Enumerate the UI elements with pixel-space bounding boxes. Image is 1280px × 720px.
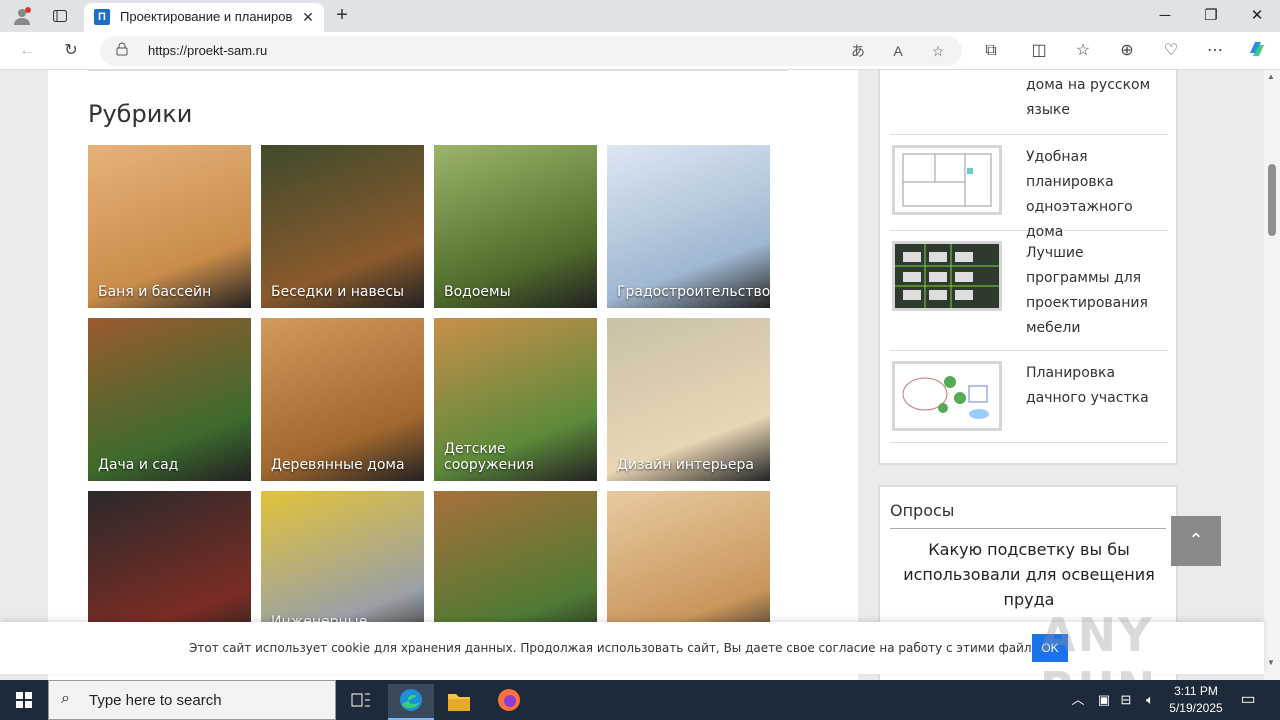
- extensions-icon[interactable]: ⧉: [978, 39, 1004, 63]
- tray-device-icon[interactable]: ▣: [1094, 690, 1114, 710]
- category-label[interactable]: Деревянные дома: [271, 457, 418, 473]
- favorite-star-icon[interactable]: ☆: [926, 40, 950, 62]
- minimize-icon[interactable]: ─: [1150, 4, 1180, 28]
- refresh-icon[interactable]: ↻: [58, 39, 84, 63]
- back-icon[interactable]: ←: [14, 39, 40, 63]
- start-button[interactable]: [0, 680, 48, 720]
- lock-icon: [116, 42, 128, 59]
- tab-bar: П Проектирование и планировка ✕ + ─ ❐ ✕: [0, 0, 1280, 32]
- windows-logo-icon: [16, 692, 32, 708]
- search-icon: ⌕: [61, 690, 70, 707]
- category-tile[interactable]: Градостроительство: [607, 145, 770, 308]
- file-explorer-icon[interactable]: [436, 684, 482, 720]
- restore-icon[interactable]: ❐: [1196, 4, 1226, 28]
- address-url: https://proekt-sam.ru: [148, 43, 268, 58]
- sidebar-related: дома на русском языке Удобная планировка…: [878, 70, 1178, 465]
- garden-plan-thumbnail[interactable]: [892, 361, 1002, 431]
- sidebar-item-text[interactable]: Лучшие программы для проектирования мебе…: [1026, 241, 1166, 341]
- network-icon[interactable]: ⊟: [1116, 690, 1136, 710]
- scroll-up-arrow-icon[interactable]: ▲: [1267, 72, 1275, 81]
- tray-chevron-icon[interactable]: ︿: [1068, 690, 1088, 710]
- scroll-to-top-button[interactable]: ⌃: [1171, 516, 1221, 566]
- read-aloud-icon[interactable]: A: [886, 40, 910, 62]
- cookie-text: Этот сайт использует cookie для хранения…: [189, 641, 1060, 655]
- performance-icon[interactable]: ♡: [1158, 39, 1184, 63]
- new-tab-icon[interactable]: +: [330, 4, 354, 28]
- category-tile[interactable]: Дача и сад: [88, 318, 251, 481]
- polls-title: Опросы: [890, 501, 955, 520]
- category-label[interactable]: Водоемы: [444, 284, 591, 300]
- category-label[interactable]: Дизайн интерьера: [617, 457, 764, 473]
- floor-plan-thumbnail[interactable]: [892, 145, 1002, 215]
- sidebar-item[interactable]: Планировка дачного участка: [890, 351, 1168, 443]
- sidebar-item[interactable]: дома на русском языке: [890, 70, 1168, 135]
- more-menu-icon[interactable]: ⋯: [1202, 39, 1228, 63]
- site-favicon-icon: П: [94, 9, 110, 25]
- poll-question: Какую подсветку вы бы использовали для о…: [903, 540, 1155, 609]
- edge-taskbar-icon[interactable]: [388, 684, 434, 720]
- split-screen-icon[interactable]: ◫: [1026, 39, 1052, 63]
- favorites-icon[interactable]: ☆: [1070, 39, 1096, 63]
- scrollbar-thumb[interactable]: [1268, 164, 1276, 236]
- category-tile[interactable]: Беседки и навесы: [261, 145, 424, 308]
- profile-icon[interactable]: [10, 4, 34, 28]
- main-content: Рубрики Баня и бассейн Беседки и навесы Во…: [48, 70, 858, 680]
- furniture-software-thumbnail[interactable]: [892, 241, 1002, 311]
- search-placeholder: Type here to search: [89, 692, 222, 709]
- browser-toolbar: ← ↻ https://proekt-sam.ru あ A ☆ ⧉ ◫ ☆ ⊕ …: [0, 32, 1280, 70]
- category-label[interactable]: Градостроительство: [617, 284, 770, 300]
- sidebar-item[interactable]: Удобная планировка одноэтажного дома: [890, 135, 1168, 240]
- close-window-icon[interactable]: ✕: [1242, 4, 1272, 28]
- sidebar-item-text[interactable]: дома на русском языке: [1026, 73, 1166, 123]
- tab-title: Проектирование и планировка: [120, 9, 292, 24]
- sidebar-item[interactable]: Лучшие программы для проектирования мебе…: [890, 231, 1168, 351]
- windows-taskbar: ⌕ Type here to search ︿ ▣ ⊟ 🔈︎ 3:11 PM 5…: [0, 680, 1280, 720]
- clock-date: 5/19/2025: [1169, 701, 1223, 715]
- category-tile[interactable]: Детские сооружения: [434, 318, 597, 481]
- task-view-icon[interactable]: [338, 684, 384, 720]
- category-tile[interactable]: Деревянные дома: [261, 318, 424, 481]
- firefox-icon[interactable]: [486, 684, 532, 720]
- category-label[interactable]: Дача и сад: [98, 457, 245, 473]
- sidebar-item-text[interactable]: Удобная планировка одноэтажного дома: [1026, 145, 1166, 245]
- category-label[interactable]: Баня и бассейн: [98, 284, 245, 300]
- category-label[interactable]: Детские сооружения: [444, 441, 591, 473]
- translate-icon[interactable]: あ: [846, 40, 870, 62]
- volume-icon[interactable]: 🔈︎: [1140, 690, 1160, 710]
- divider: [890, 528, 1166, 529]
- taskbar-clock[interactable]: 3:11 PM 5/19/2025: [1160, 683, 1232, 717]
- category-tile[interactable]: Водоемы: [434, 145, 597, 308]
- category-label[interactable]: Беседки и навесы: [271, 284, 418, 300]
- category-tile[interactable]: Баня и бассейн: [88, 145, 251, 308]
- category-tile[interactable]: Дизайн интерьера: [607, 318, 770, 481]
- tab-active[interactable]: П Проектирование и планировка ✕: [84, 3, 324, 32]
- address-bar[interactable]: https://proekt-sam.ru あ A ☆: [100, 36, 962, 66]
- tab-close-icon[interactable]: ✕: [298, 7, 318, 27]
- divider: [88, 70, 788, 71]
- page-scrollbar[interactable]: ▲ ▼: [1264, 70, 1280, 680]
- page-viewport: Рубрики Баня и бассейн Беседки и навесы Во…: [0, 70, 1264, 680]
- clock-time: 3:11 PM: [1174, 684, 1218, 698]
- categories-heading: Рубрики: [88, 100, 193, 128]
- notifications-icon[interactable]: ▭: [1238, 690, 1258, 710]
- copilot-icon[interactable]: [1244, 39, 1270, 63]
- collections-icon[interactable]: ⊕: [1114, 39, 1140, 63]
- sidebar-item-text[interactable]: Планировка дачного участка: [1026, 361, 1166, 411]
- tab-actions-icon[interactable]: [48, 4, 72, 28]
- taskbar-search[interactable]: ⌕ Type here to search: [48, 680, 336, 720]
